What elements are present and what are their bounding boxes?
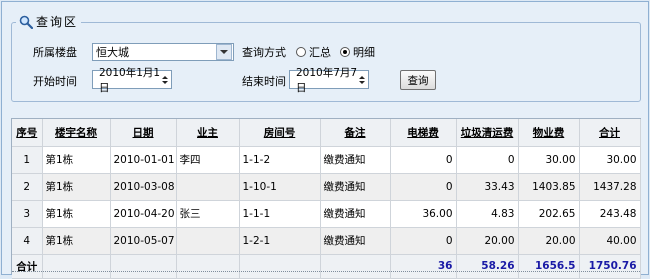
cell-property-fee: 20.00 (518, 227, 580, 255)
col-header-index[interactable]: 序号 (12, 119, 43, 147)
cell-building: 第1栋 (42, 227, 111, 255)
row-index: 4 (12, 227, 43, 255)
row-index: 3 (12, 200, 43, 228)
table-header-row: 序号 楼宇名称 日期 业主 房间号 备注 电梯费 垃圾清运费 物业费 合计 (12, 119, 641, 147)
mode-label: 查询方式 (242, 46, 286, 59)
grid-bottom-divider (12, 271, 640, 272)
cell-building: 第1栋 (42, 200, 111, 228)
end-date-picker[interactable]: 2010年7月7日 (289, 67, 369, 94)
col-header-note[interactable]: 备注 (320, 119, 391, 147)
total-garbage-fee: 58.26 (456, 254, 519, 279)
cell-date: 2010-04-20 (110, 200, 177, 228)
mode-radio-summary[interactable] (296, 47, 306, 57)
spin-icon[interactable] (162, 75, 168, 84)
search-icon (19, 15, 33, 29)
cell-property-fee: 202.65 (518, 200, 580, 228)
query-fieldset: 所属楼盘 恒大城 查询方式 汇总 明细 开始时间 2010年1月1日 结束时间 … (11, 22, 641, 102)
query-panel-legend: 查询区 (16, 13, 82, 30)
col-header-property-fee[interactable]: 物业费 (518, 119, 580, 147)
cell-property-fee: 30.00 (518, 146, 580, 174)
cell-total: 243.48 (579, 200, 641, 228)
end-date-value: 2010年7月7日 (296, 66, 358, 94)
spin-icon[interactable] (359, 75, 365, 84)
cell-elevator-fee: 0 (390, 173, 457, 201)
row-index: 2 (12, 173, 43, 201)
cell-elevator-fee: 0 (390, 146, 457, 174)
cell-date: 2010-05-07 (110, 227, 177, 255)
cell-room: 1-1-1 (239, 200, 321, 228)
window-frame: 所属楼盘 恒大城 查询方式 汇总 明细 开始时间 2010年1月1日 结束时间 … (1, 1, 649, 279)
total-cell (176, 254, 240, 279)
end-date-label: 结束时间 (242, 75, 286, 88)
cell-date: 2010-03-08 (110, 173, 177, 201)
col-header-date[interactable]: 日期 (110, 119, 177, 147)
building-select[interactable]: 恒大城 (92, 43, 234, 61)
cell-note: 缴费通知 (320, 227, 391, 255)
total-cell (239, 254, 321, 279)
cell-garbage-fee: 0 (456, 146, 519, 174)
col-header-owner[interactable]: 业主 (176, 119, 240, 147)
cell-room: 1-10-1 (239, 173, 321, 201)
row-index: 1 (12, 146, 43, 174)
mode-option-summary[interactable]: 汇总 (309, 44, 331, 60)
start-date-value: 2010年1月1日 (99, 66, 161, 94)
cell-building: 第1栋 (42, 173, 111, 201)
cell-date: 2010-01-01 (110, 146, 177, 174)
cell-garbage-fee: 33.43 (456, 173, 519, 201)
cell-total: 1437.28 (579, 173, 641, 201)
cell-owner: 张三 (176, 200, 240, 228)
mode-radio-detail[interactable] (340, 47, 350, 57)
total-cell (42, 254, 111, 279)
table-row[interactable]: 3 第1栋 2010-04-20 张三 1-1-1 缴费通知 36.00 4.8… (12, 200, 641, 228)
cell-room: 1-1-2 (239, 146, 321, 174)
cell-garbage-fee: 4.83 (456, 200, 519, 228)
cell-owner (176, 227, 240, 255)
start-date-label: 开始时间 (33, 75, 77, 88)
total-label: 合计 (12, 254, 43, 279)
total-property-fee: 1656.5 (518, 254, 580, 279)
total-row: 合计 36 58.26 1656.5 1750.76 (12, 254, 641, 279)
cell-building: 第1栋 (42, 146, 111, 174)
mode-option-detail[interactable]: 明细 (353, 44, 375, 60)
total-sum: 1750.76 (579, 254, 641, 279)
table-row[interactable]: 2 第1栋 2010-03-08 1-10-1 缴费通知 0 33.43 140… (12, 173, 641, 201)
table-row[interactable]: 1 第1栋 2010-01-01 李四 1-1-2 缴费通知 0 0 30.00… (12, 146, 641, 174)
cell-elevator-fee: 36.00 (390, 200, 457, 228)
start-date-picker[interactable]: 2010年1月1日 (92, 67, 172, 94)
cell-total: 40.00 (579, 227, 641, 255)
cell-note: 缴费通知 (320, 173, 391, 201)
building-select-value: 恒大城 (96, 46, 129, 59)
chevron-down-icon[interactable] (216, 44, 232, 60)
cell-elevator-fee: 0 (390, 227, 457, 255)
cell-garbage-fee: 20.00 (456, 227, 519, 255)
col-header-elevator-fee[interactable]: 电梯费 (390, 119, 457, 147)
cell-owner: 李四 (176, 146, 240, 174)
col-header-garbage-fee[interactable]: 垃圾清运费 (456, 119, 519, 147)
col-header-room[interactable]: 房间号 (239, 119, 321, 147)
table-row[interactable]: 4 第1栋 2010-05-07 1-2-1 缴费通知 0 20.00 20.0… (12, 227, 641, 255)
cell-room: 1-2-1 (239, 227, 321, 255)
col-header-total[interactable]: 合计 (579, 119, 641, 147)
fee-table: 序号 楼宇名称 日期 业主 房间号 备注 电梯费 垃圾清运费 物业费 合计 1 … (12, 119, 641, 279)
total-cell (320, 254, 391, 279)
cell-owner (176, 173, 240, 201)
cell-property-fee: 1403.85 (518, 173, 580, 201)
cell-note: 缴费通知 (320, 200, 391, 228)
col-header-building[interactable]: 楼宇名称 (42, 119, 111, 147)
fee-data-grid[interactable]: 序号 楼宇名称 日期 业主 房间号 备注 电梯费 垃圾清运费 物业费 合计 1 … (11, 118, 641, 279)
query-button[interactable]: 查询 (400, 70, 436, 90)
building-label: 所属楼盘 (33, 46, 77, 59)
cell-note: 缴费通知 (320, 146, 391, 174)
total-elevator-fee: 36 (390, 254, 457, 279)
cell-total: 30.00 (579, 146, 641, 174)
query-panel-title: 查询区 (36, 15, 79, 29)
total-cell (110, 254, 177, 279)
